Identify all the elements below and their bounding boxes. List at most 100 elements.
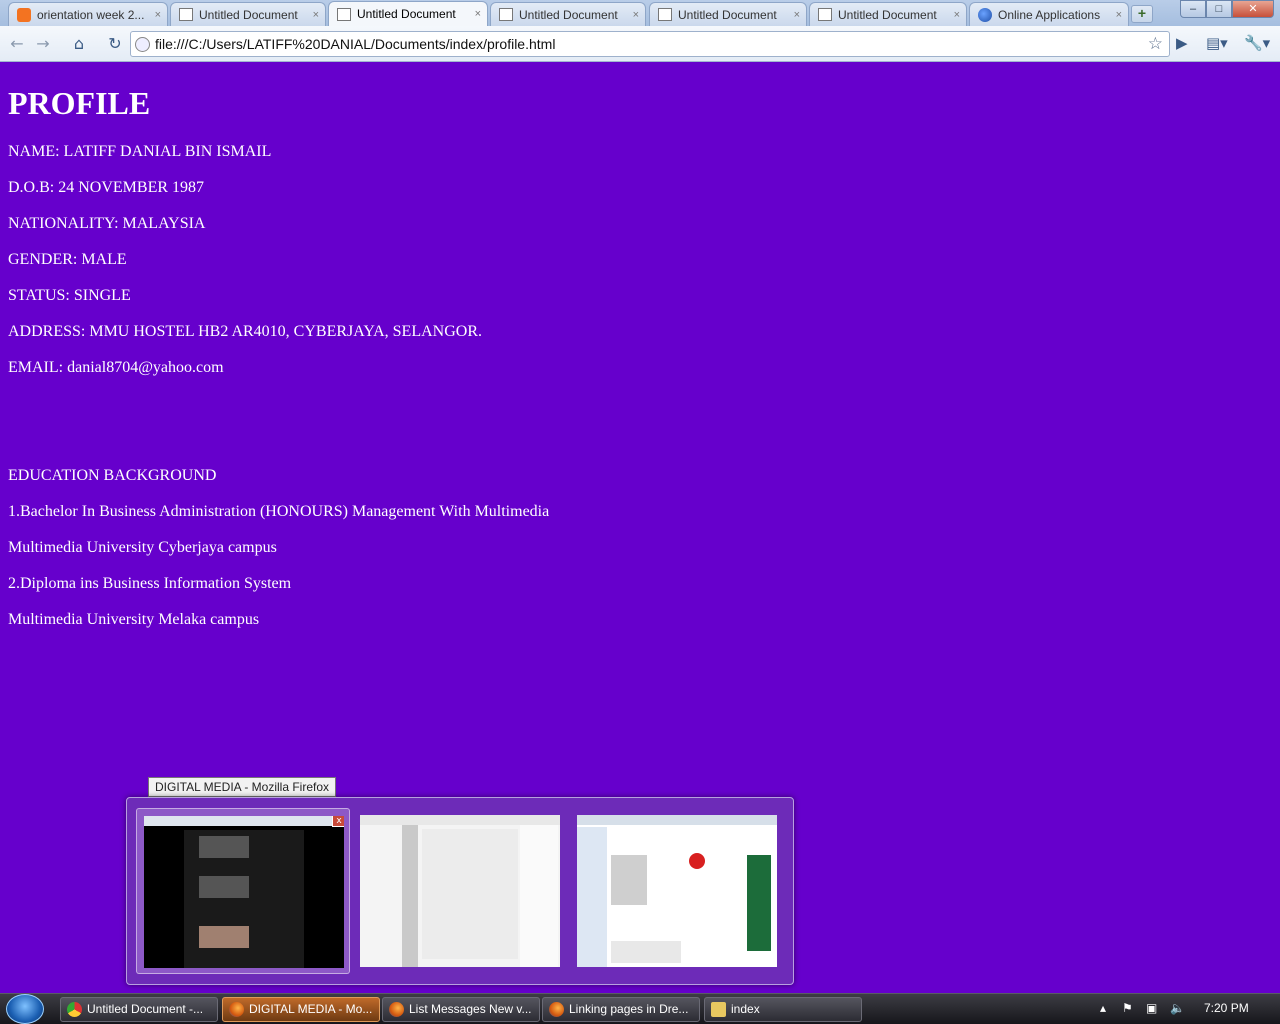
tab-close-icon[interactable]: ×	[313, 9, 319, 21]
folder-icon	[711, 1002, 726, 1017]
thumbnail-ad	[747, 855, 771, 951]
tab-untitled-document-active[interactable]: Untitled Document ×	[328, 1, 488, 26]
thumbnail-column	[402, 825, 418, 967]
tab-title: Online Applications	[998, 7, 1101, 22]
thumbnail-screenshot	[611, 941, 681, 963]
home-button[interactable]: ⌂	[68, 33, 90, 55]
tab-close-icon[interactable]: ×	[475, 8, 481, 20]
page-icon	[135, 37, 150, 52]
thumbnail-toolbar	[144, 816, 344, 826]
tab-untitled-document[interactable]: Untitled Document ×	[649, 2, 807, 26]
tray-expand-icon[interactable]: ▴	[1100, 1001, 1106, 1015]
minimize-button[interactable]: ‒	[1180, 0, 1206, 18]
thumbnail-column	[422, 829, 518, 959]
back-arrow-icon: ←	[10, 34, 24, 53]
taskbar-item-label: Untitled Document -...	[87, 1002, 204, 1016]
profile-nationality: NATIONALITY: MALAYSIA	[8, 215, 206, 232]
tab-untitled-document[interactable]: Untitled Document ×	[809, 2, 967, 26]
tab-title: orientation week 2...	[37, 7, 145, 22]
education-item: 2.Diploma ins Business Information Syste…	[8, 575, 292, 592]
document-icon	[179, 8, 193, 21]
thumbnail-column	[577, 827, 607, 967]
education-item: Multimedia University Melaka campus	[8, 611, 260, 628]
back-button[interactable]: ←	[6, 33, 28, 55]
action-center-flag-icon[interactable]: ⚑	[1122, 1001, 1133, 1015]
firefox-icon	[389, 1002, 404, 1017]
taskbar-item-label: List Messages New v...	[409, 1002, 532, 1016]
taskbar-item-linking-pages[interactable]: Linking pages in Dre...	[542, 997, 700, 1022]
thumbnail-column	[520, 825, 558, 967]
taskbar-preview-popup: x	[126, 797, 794, 985]
document-icon	[818, 8, 832, 21]
address-bar[interactable]: ☆	[130, 31, 1170, 57]
tab-close-icon[interactable]: ×	[633, 9, 639, 21]
page-title: PROFILE	[8, 85, 151, 121]
thumbnail-digital-media[interactable]: x	[136, 808, 350, 974]
thumbnail-image	[360, 815, 560, 967]
window-controls: ‒ □ ✕	[1180, 0, 1274, 18]
chrome-icon	[67, 1002, 82, 1017]
thumbnail-photo	[199, 926, 249, 948]
volume-icon[interactable]: 🔈	[1170, 1001, 1185, 1015]
thumbnail-screenshot	[611, 855, 647, 905]
thumbnail-photo	[199, 876, 249, 898]
wrench-icon[interactable]: 🔧▾	[1244, 34, 1270, 52]
thumbnail-linking-pages[interactable]	[570, 808, 784, 974]
clock[interactable]: 7:20 PM	[1204, 1001, 1249, 1015]
taskbar-item-label: DIGITAL MEDIA - Mo...	[249, 1002, 373, 1016]
maximize-button[interactable]: □	[1206, 0, 1232, 18]
tab-title: Untitled Document	[519, 7, 618, 22]
windows-taskbar: Untitled Document -... DIGITAL MEDIA - M…	[0, 993, 1280, 1024]
taskbar-item-label: index	[731, 1002, 760, 1016]
thumbnail-toolbar	[577, 815, 777, 825]
taskbar-item-list-messages[interactable]: List Messages New v...	[382, 997, 540, 1022]
bookmark-star-icon[interactable]: ☆	[1148, 34, 1163, 54]
profile-gender: GENDER: MALE	[8, 251, 127, 268]
tab-close-icon[interactable]: ×	[155, 9, 161, 21]
profile-status: STATUS: SINGLE	[8, 287, 131, 304]
close-window-button[interactable]: ✕	[1232, 0, 1274, 18]
tab-title: Untitled Document	[678, 7, 777, 22]
network-icon[interactable]: ▣	[1146, 1001, 1157, 1015]
new-tab-button[interactable]: +	[1131, 5, 1153, 23]
tab-title: Untitled Document	[199, 7, 298, 22]
education-item: Multimedia University Cyberjaya campus	[8, 539, 277, 556]
tab-close-icon[interactable]: ×	[794, 9, 800, 21]
taskbar-item-digital-media[interactable]: DIGITAL MEDIA - Mo...	[222, 997, 380, 1022]
play-icon[interactable]: ▶	[1176, 34, 1188, 52]
reload-button[interactable]: ↻	[104, 33, 126, 55]
tab-online-applications[interactable]: Online Applications ×	[969, 2, 1129, 26]
document-icon	[658, 8, 672, 21]
thumbnail-image	[577, 815, 777, 967]
home-icon: ⌂	[73, 34, 85, 53]
tab-close-icon[interactable]: ×	[1116, 9, 1122, 21]
thumbnail-badge	[689, 853, 705, 869]
thumbnail-close-icon[interactable]: x	[332, 816, 344, 827]
profile-dob: D.O.B: 24 NOVEMBER 1987	[8, 179, 205, 196]
forward-arrow-icon: →	[36, 34, 50, 53]
tab-strip: orientation week 2... × Untitled Documen…	[0, 0, 1280, 26]
forward-button[interactable]: →	[32, 33, 54, 55]
tab-orientation-week[interactable]: orientation week 2... ×	[8, 2, 168, 26]
taskbar-item-index-folder[interactable]: index	[704, 997, 862, 1022]
page-menu-icon[interactable]: ▤▾	[1206, 34, 1228, 52]
blogger-icon	[17, 7, 31, 22]
education-item: 1.Bachelor In Business Administration (H…	[8, 503, 550, 520]
profile-email: EMAIL: danial8704@yahoo.com	[8, 359, 224, 376]
taskbar-item-chrome[interactable]: Untitled Document -...	[60, 997, 218, 1022]
tab-close-icon[interactable]: ×	[954, 9, 960, 21]
preview-tooltip: DIGITAL MEDIA - Mozilla Firefox	[148, 777, 337, 797]
tab-untitled-document[interactable]: Untitled Document ×	[490, 2, 646, 26]
thumbnail-list-messages[interactable]	[353, 808, 567, 974]
firefox-icon	[229, 1002, 244, 1017]
url-input[interactable]	[155, 36, 1135, 52]
thumbnail-image: x	[144, 816, 344, 968]
profile-name: NAME: LATIFF DANIAL BIN ISMAIL	[8, 143, 272, 160]
thumbnail-toolbar	[360, 815, 560, 825]
firefox-icon	[549, 1002, 564, 1017]
tab-untitled-document[interactable]: Untitled Document ×	[170, 2, 326, 26]
profile-address: ADDRESS: MMU HOSTEL HB2 AR4010, CYBERJAY…	[8, 323, 482, 340]
education-heading: EDUCATION BACKGROUND	[8, 467, 217, 484]
browser-toolbar: ← → ⌂ ↻ ☆ ▶ ▤▾ 🔧▾	[0, 26, 1280, 62]
start-button[interactable]	[6, 994, 44, 1024]
